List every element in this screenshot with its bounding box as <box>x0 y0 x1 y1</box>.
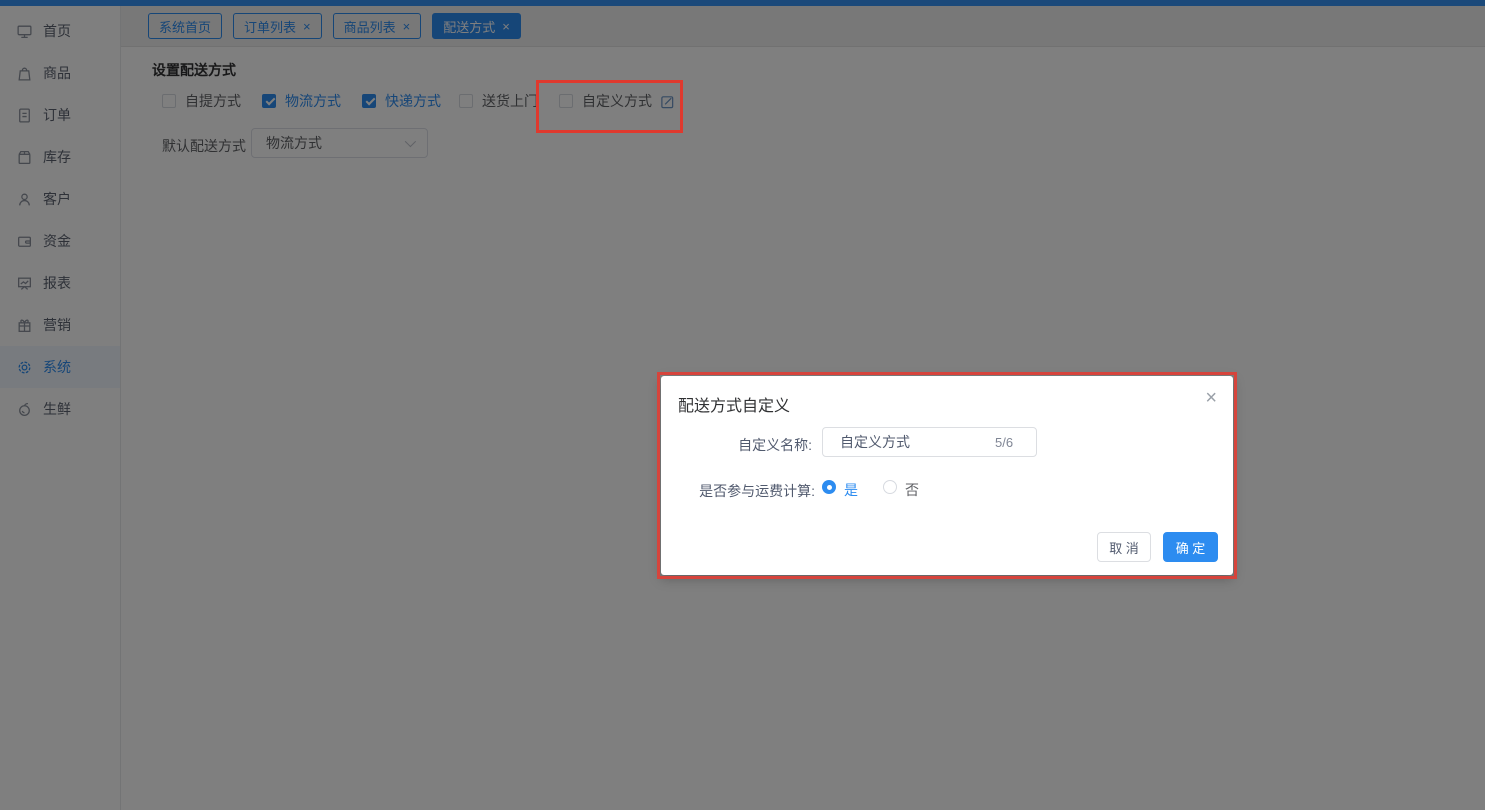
radio-no-label[interactable]: 否 <box>905 480 919 500</box>
modal-title: 配送方式自定义 <box>678 392 790 416</box>
app-window: 首页 商品 订单 库存 客户 资金 报表 营销 <box>0 0 1485 810</box>
cancel-button[interactable]: 取 消 <box>1097 532 1151 562</box>
radio-no[interactable] <box>883 480 897 494</box>
close-icon[interactable]: × <box>1205 388 1217 408</box>
freight-calc-label: 是否参与运费计算: <box>661 481 815 501</box>
radio-yes[interactable] <box>822 480 836 494</box>
custom-name-label: 自定义名称: <box>661 435 812 455</box>
confirm-button[interactable]: 确 定 <box>1163 532 1218 562</box>
custom-delivery-modal: 配送方式自定义 × 自定义名称: 5/6 是否参与运费计算: 是 否 取 消 确… <box>661 376 1233 575</box>
char-counter: 5/6 <box>995 435 1013 450</box>
radio-yes-label[interactable]: 是 <box>844 480 858 500</box>
